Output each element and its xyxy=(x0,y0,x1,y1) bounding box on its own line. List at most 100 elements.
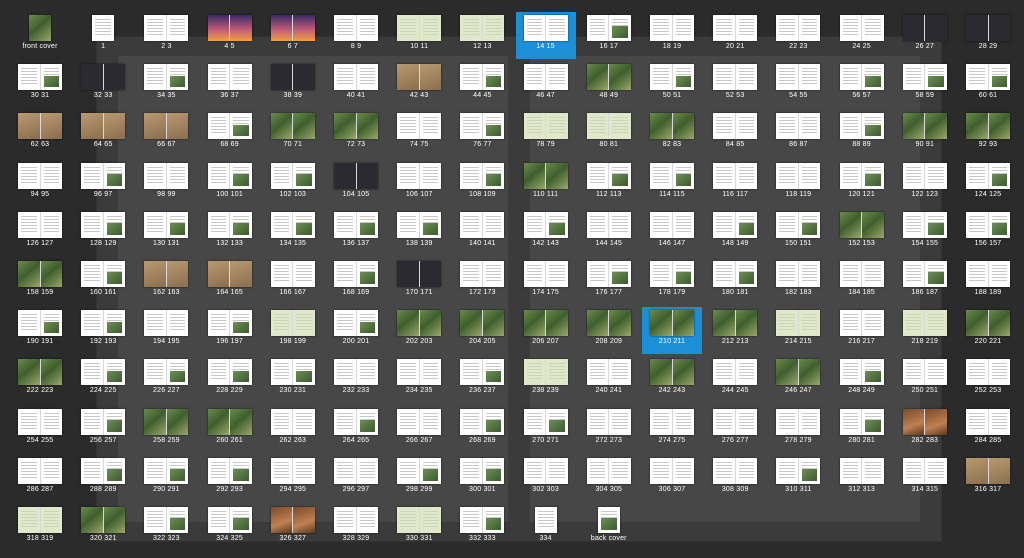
page-spread-thumbnail[interactable]: 1 xyxy=(73,12,133,59)
page-spread-thumbnail[interactable]: 228 229 xyxy=(200,356,260,403)
page-spread-thumbnail[interactable]: 286 287 xyxy=(10,455,70,502)
page-spread-thumbnail[interactable]: 320 321 xyxy=(73,504,133,551)
page-spread-thumbnail[interactable]: 310 311 xyxy=(768,455,828,502)
page-spread-thumbnail[interactable]: 84 85 xyxy=(705,110,765,157)
page-spread-thumbnail[interactable]: 96 97 xyxy=(73,160,133,207)
page-spread-thumbnail[interactable]: 242 243 xyxy=(642,356,702,403)
page-spread-thumbnail[interactable]: 158 159 xyxy=(10,258,70,305)
page-spread-thumbnail[interactable]: 56 57 xyxy=(832,61,892,108)
page-spread-thumbnail[interactable]: 180 181 xyxy=(705,258,765,305)
page-spread-thumbnail[interactable]: 332 333 xyxy=(452,504,512,551)
page-spread-thumbnail[interactable]: 292 293 xyxy=(200,455,260,502)
page-spread-thumbnail[interactable]: 60 61 xyxy=(958,61,1018,108)
page-spread-thumbnail[interactable]: 312 313 xyxy=(832,455,892,502)
page-spread-thumbnail[interactable]: 22 23 xyxy=(768,12,828,59)
page-spread-thumbnail[interactable]: 18 19 xyxy=(642,12,702,59)
page-spread-thumbnail[interactable]: 280 281 xyxy=(832,406,892,453)
page-spread-thumbnail[interactable]: 184 185 xyxy=(832,258,892,305)
page-spread-thumbnail[interactable]: 148 149 xyxy=(705,209,765,256)
page-spread-thumbnail[interactable]: 314 315 xyxy=(895,455,955,502)
page-spread-thumbnail[interactable]: 176 177 xyxy=(579,258,639,305)
page-spread-thumbnail[interactable]: 258 259 xyxy=(136,406,196,453)
page-spread-thumbnail[interactable]: 322 323 xyxy=(136,504,196,551)
page-spread-thumbnail[interactable]: 300 301 xyxy=(452,455,512,502)
page-spread-thumbnail[interactable]: 2 3 xyxy=(136,12,196,59)
page-spread-thumbnail[interactable]: 316 317 xyxy=(958,455,1018,502)
page-spread-thumbnail[interactable]: 334 xyxy=(516,504,576,551)
page-spread-thumbnail[interactable]: 282 283 xyxy=(895,406,955,453)
page-spread-thumbnail[interactable]: 256 257 xyxy=(73,406,133,453)
page-spread-thumbnail[interactable]: 252 253 xyxy=(958,356,1018,403)
page-spread-thumbnail[interactable]: 200 201 xyxy=(326,307,386,354)
page-spread-thumbnail[interactable]: 72 73 xyxy=(326,110,386,157)
page-spread-thumbnail[interactable]: 168 169 xyxy=(326,258,386,305)
page-spread-thumbnail[interactable]: 238 239 xyxy=(516,356,576,403)
page-spread-thumbnail[interactable]: 40 41 xyxy=(326,61,386,108)
page-spread-thumbnail[interactable]: 202 203 xyxy=(389,307,449,354)
page-spread-thumbnail[interactable]: 296 297 xyxy=(326,455,386,502)
page-spread-thumbnail[interactable]: 24 25 xyxy=(832,12,892,59)
page-spread-thumbnail[interactable]: 42 43 xyxy=(389,61,449,108)
page-spread-thumbnail[interactable]: 62 63 xyxy=(10,110,70,157)
page-spread-thumbnail[interactable]: 114 115 xyxy=(642,160,702,207)
page-spread-thumbnail[interactable]: 236 237 xyxy=(452,356,512,403)
page-spread-thumbnail[interactable]: 54 55 xyxy=(768,61,828,108)
page-spread-thumbnail[interactable]: 232 233 xyxy=(326,356,386,403)
page-spread-thumbnail[interactable]: 104 105 xyxy=(326,160,386,207)
page-spread-thumbnail[interactable]: 142 143 xyxy=(516,209,576,256)
page-spread-thumbnail[interactable]: 224 225 xyxy=(73,356,133,403)
page-spread-thumbnail[interactable]: 30 31 xyxy=(10,61,70,108)
page-spread-thumbnail[interactable]: 208 209 xyxy=(579,307,639,354)
page-spread-thumbnail[interactable]: 74 75 xyxy=(389,110,449,157)
page-spread-thumbnail[interactable]: 34 35 xyxy=(136,61,196,108)
page-spread-thumbnail[interactable]: 220 221 xyxy=(958,307,1018,354)
page-spread-thumbnail[interactable]: 58 59 xyxy=(895,61,955,108)
page-spread-thumbnail[interactable]: 246 247 xyxy=(768,356,828,403)
page-spread-thumbnail[interactable]: 130 131 xyxy=(136,209,196,256)
page-spread-thumbnail[interactable]: 138 139 xyxy=(389,209,449,256)
page-spread-thumbnail[interactable]: 186 187 xyxy=(895,258,955,305)
page-spread-thumbnail[interactable]: 188 189 xyxy=(958,258,1018,305)
page-spread-thumbnail[interactable]: 80 81 xyxy=(579,110,639,157)
page-spread-thumbnail[interactable]: 250 251 xyxy=(895,356,955,403)
page-spread-thumbnail[interactable]: 146 147 xyxy=(642,209,702,256)
page-spread-thumbnail[interactable]: 218 219 xyxy=(895,307,955,354)
page-spread-thumbnail[interactable]: 262 263 xyxy=(263,406,323,453)
page-spread-thumbnail[interactable]: 136 137 xyxy=(326,209,386,256)
page-spread-thumbnail[interactable]: 166 167 xyxy=(263,258,323,305)
page-spread-thumbnail[interactable]: 156 157 xyxy=(958,209,1018,256)
page-spread-thumbnail[interactable]: 214 215 xyxy=(768,307,828,354)
page-spread-thumbnail[interactable]: 106 107 xyxy=(389,160,449,207)
page-spread-thumbnail[interactable]: 248 249 xyxy=(832,356,892,403)
page-spread-thumbnail[interactable]: 8 9 xyxy=(326,12,386,59)
page-spread-thumbnail[interactable]: 90 91 xyxy=(895,110,955,157)
page-spread-thumbnail[interactable]: 150 151 xyxy=(768,209,828,256)
page-spread-thumbnail[interactable]: 182 183 xyxy=(768,258,828,305)
page-spread-thumbnail[interactable]: 68 69 xyxy=(200,110,260,157)
page-spread-thumbnail[interactable]: 226 227 xyxy=(136,356,196,403)
page-spread-thumbnail[interactable]: 324 325 xyxy=(200,504,260,551)
page-spread-thumbnail[interactable]: 144 145 xyxy=(579,209,639,256)
page-spread-thumbnail[interactable]: 174 175 xyxy=(516,258,576,305)
page-spread-thumbnail[interactable]: 274 275 xyxy=(642,406,702,453)
page-spread-thumbnail[interactable]: 16 17 xyxy=(579,12,639,59)
page-spread-thumbnail[interactable]: 216 217 xyxy=(832,307,892,354)
page-spread-thumbnail[interactable]: 44 45 xyxy=(452,61,512,108)
page-spread-thumbnail[interactable]: 164 165 xyxy=(200,258,260,305)
page-spread-thumbnail[interactable]: 178 179 xyxy=(642,258,702,305)
page-spread-thumbnail[interactable]: 170 171 xyxy=(389,258,449,305)
page-spread-thumbnail[interactable]: 162 163 xyxy=(136,258,196,305)
page-spread-thumbnail[interactable]: 270 271 xyxy=(516,406,576,453)
page-spread-thumbnail[interactable]: 254 255 xyxy=(10,406,70,453)
page-spread-thumbnail[interactable]: 272 273 xyxy=(579,406,639,453)
page-spread-thumbnail[interactable]: 98 99 xyxy=(136,160,196,207)
page-spread-thumbnail[interactable]: 46 47 xyxy=(516,61,576,108)
page-spread-thumbnail[interactable]: 134 135 xyxy=(263,209,323,256)
page-spread-thumbnail[interactable]: 278 279 xyxy=(768,406,828,453)
page-spread-thumbnail[interactable]: 4 5 xyxy=(200,12,260,59)
page-spread-thumbnail[interactable]: 14 15 xyxy=(515,12,576,59)
page-spread-thumbnail[interactable]: 222 223 xyxy=(10,356,70,403)
page-spread-thumbnail[interactable]: 20 21 xyxy=(705,12,765,59)
page-spread-thumbnail[interactable]: 288 289 xyxy=(73,455,133,502)
page-spread-thumbnail[interactable]: 48 49 xyxy=(579,61,639,108)
